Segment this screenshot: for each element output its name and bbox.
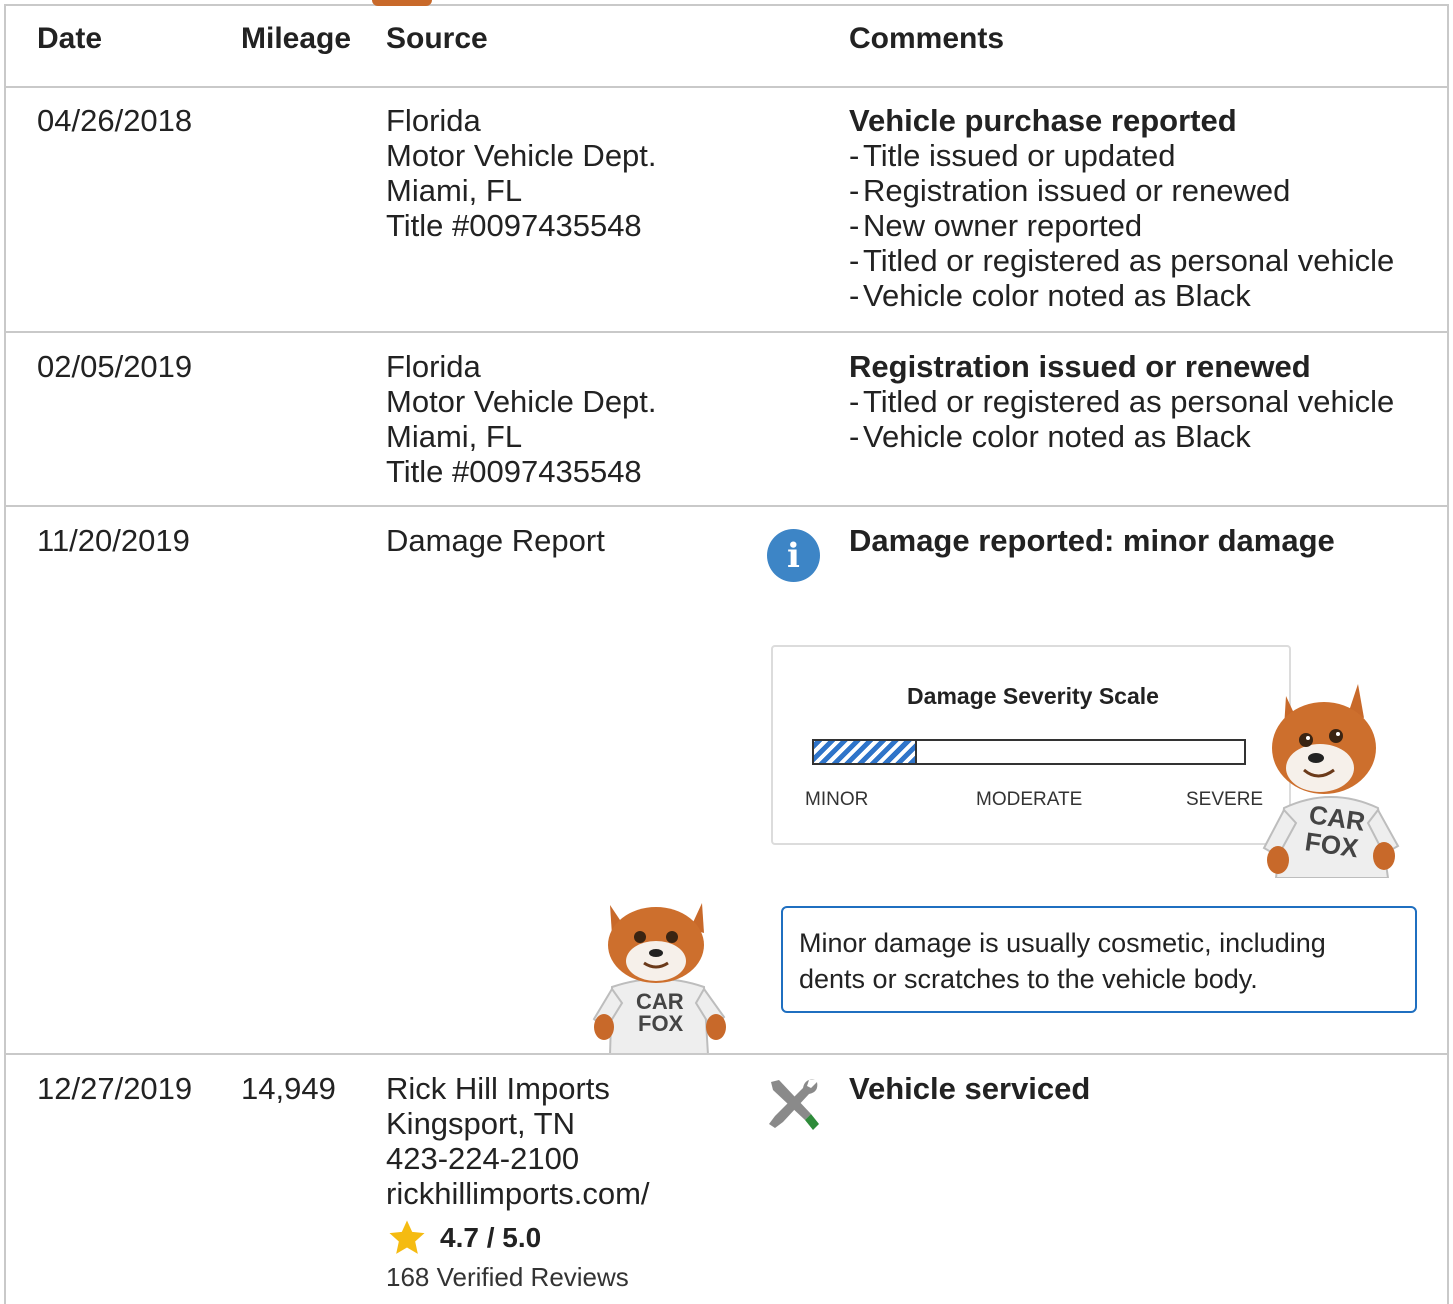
source-line: Florida xyxy=(386,349,481,384)
header-source: Source xyxy=(386,22,488,55)
record-source: Rick Hill Imports Kingsport, TN 423-224-… xyxy=(386,1071,650,1211)
source-line: 423-224-2100 xyxy=(386,1141,580,1176)
carfox-mascot: CAR FOX xyxy=(592,903,726,1055)
star-icon xyxy=(389,1220,425,1254)
record-source: Florida Motor Vehicle Dept. Miami, FL Ti… xyxy=(386,349,657,489)
source-line: Title #0097435548 xyxy=(386,208,642,243)
comment-item: - Title issued or updated xyxy=(849,138,1176,173)
comment-title: Registration issued or renewed xyxy=(849,349,1311,384)
row-divider xyxy=(4,1053,1449,1055)
source-line: Rick Hill Imports xyxy=(386,1071,610,1106)
comment-title: Vehicle serviced xyxy=(849,1071,1091,1106)
info-icon[interactable]: i xyxy=(767,529,820,582)
comment-item: - Titled or registered as personal vehicl… xyxy=(849,243,1395,278)
source-line: Miami, FL xyxy=(386,173,523,208)
header-comments: Comments xyxy=(849,22,1005,55)
record-date: 11/20/2019 xyxy=(37,523,190,558)
source-line: Kingsport, TN xyxy=(386,1106,575,1141)
row-divider xyxy=(4,86,1449,88)
comment-item: - Vehicle color noted as Black xyxy=(849,419,1251,454)
carfox-mascot: CAR FOX xyxy=(1262,684,1400,878)
record-source: Florida Motor Vehicle Dept. Miami, FL Ti… xyxy=(386,103,657,243)
record-comments: Registration issued or renewed - Titled o… xyxy=(849,349,1394,454)
scale-label-moderate: MODERATE xyxy=(976,789,1083,810)
record-comments: Vehicle purchase reported - Title issued … xyxy=(849,103,1394,313)
source-line: Florida xyxy=(386,103,481,138)
source-line: Motor Vehicle Dept. xyxy=(386,138,657,173)
wrench-screwdriver-icon xyxy=(769,1079,819,1130)
comment-title: Damage reported: minor damage xyxy=(849,523,1335,558)
rating-value: 4.7 / 5.0 xyxy=(440,1222,542,1253)
damage-explanation-note: Minor damage is usually cosmetic, includ… xyxy=(781,906,1417,1013)
fox-mascot-peek xyxy=(372,0,432,6)
verified-reviews-link[interactable]: 168 Verified Reviews xyxy=(386,1262,629,1293)
record-date: 02/05/2019 xyxy=(37,349,193,384)
scale-title: Damage Severity Scale xyxy=(907,683,1159,709)
mascot-shirt-text: FOX xyxy=(638,1011,684,1036)
dealer-website-link[interactable]: rickhillimports.com/ xyxy=(386,1176,650,1211)
comment-title: Vehicle purchase reported xyxy=(849,103,1237,138)
damage-severity-scale: Damage Severity Scale MINOR MODERATE SEV… xyxy=(771,645,1291,845)
comment-item: - Vehicle color noted as Black xyxy=(849,278,1251,313)
scale-label-minor: MINOR xyxy=(805,789,869,810)
scale-label-severe: SEVERE xyxy=(1186,789,1264,810)
record-date: 04/26/2018 xyxy=(37,103,193,138)
source-line: Title #0097435548 xyxy=(386,454,642,489)
record-source: Damage Report xyxy=(386,523,605,558)
record-mileage: 14,949 xyxy=(241,1071,336,1106)
header-date: Date xyxy=(37,22,103,55)
source-line: Miami, FL xyxy=(386,419,523,454)
header-mileage: Mileage xyxy=(241,22,352,55)
dealer-rating[interactable]: 4.7 / 5.0 xyxy=(386,1218,541,1258)
row-divider xyxy=(4,505,1449,507)
severity-track xyxy=(812,739,1246,765)
source-line: Motor Vehicle Dept. xyxy=(386,384,657,419)
record-date: 12/27/2019 xyxy=(37,1071,193,1106)
comment-item: - Titled or registered as personal vehicl… xyxy=(849,384,1395,419)
comment-item: - Registration issued or renewed xyxy=(849,173,1291,208)
comment-item: - New owner reported xyxy=(849,208,1143,243)
severity-fill xyxy=(814,741,918,763)
row-divider xyxy=(4,331,1449,333)
